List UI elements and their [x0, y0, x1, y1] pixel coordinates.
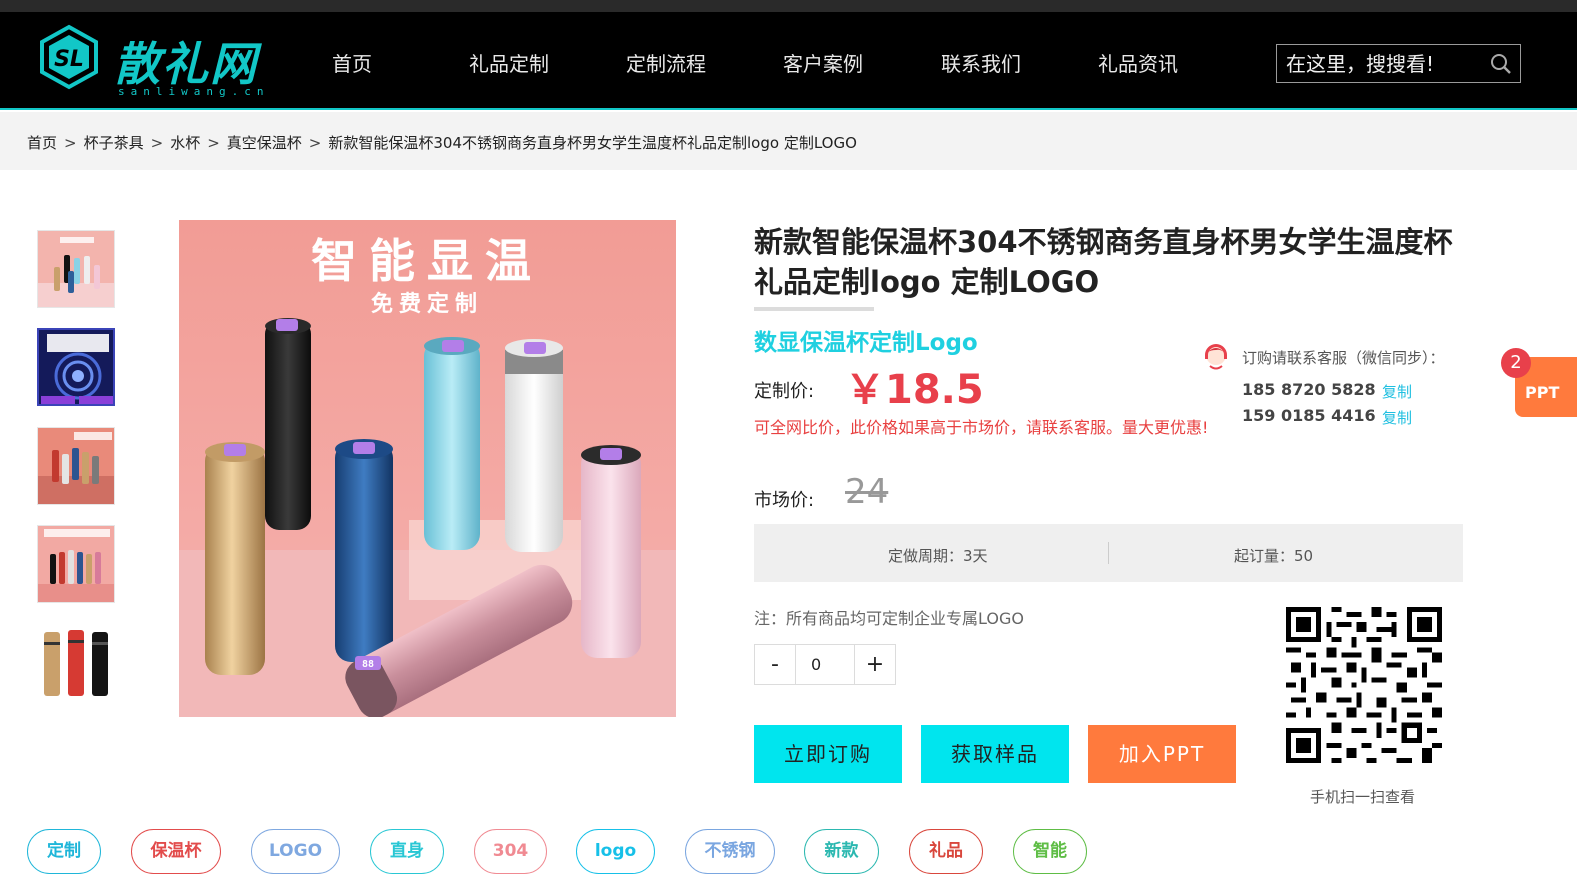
breadcrumb-bar: 首页 > 杯子茶具 > 水杯 > 真空保温杯 > 新款智能保温杯304不锈钢商务直身杯男女学生温…	[0, 112, 1577, 170]
breadcrumb-separator: >	[150, 134, 164, 152]
spec-bar: 定做周期：3天 起订量：50	[754, 524, 1463, 582]
thumbnail-2[interactable]	[37, 328, 115, 406]
top-strip	[0, 0, 1577, 12]
thumbnail-image	[39, 330, 113, 404]
breadcrumb-separator: >	[308, 134, 322, 152]
tag-304[interactable]: 304	[474, 829, 547, 874]
ppt-floating-label: PPT	[1525, 383, 1560, 402]
tag-straight[interactable]: 直身	[370, 829, 444, 874]
image-heading: 智能显温	[311, 234, 543, 288]
contact-label: 订购请联系客服（微信同步）：	[1242, 349, 1445, 367]
min-order: 起订量：50	[1234, 547, 1314, 565]
custom-logo-note: 注：所有商品均可定制企业专属LOGO	[754, 609, 1024, 628]
phone-number-1: 185 8720 5828	[1242, 380, 1376, 399]
qr-caption: 手机扫一扫查看	[1310, 788, 1416, 806]
tag-custom[interactable]: 定制	[27, 829, 101, 874]
breadcrumb-separator: >	[64, 134, 77, 152]
spec-divider	[1108, 542, 1109, 564]
breadcrumb: 首页 > 杯子茶具 > 水杯 > 真空保温杯 > 新款智能保温杯304不锈钢商务直身杯男女学生温…	[27, 132, 857, 153]
thumbnail-1[interactable]	[37, 230, 115, 308]
thumbnail-image	[38, 526, 114, 602]
buy-now-button[interactable]: 立即订购	[754, 725, 902, 783]
tag-smart[interactable]: 智能	[1013, 829, 1087, 874]
search-icon[interactable]	[1490, 53, 1512, 75]
quantity-input[interactable]	[795, 645, 855, 684]
quantity-plus-button[interactable]: +	[855, 645, 895, 684]
quantity-stepper: - +	[754, 644, 896, 685]
logo-hexagon-icon: SL	[40, 24, 98, 90]
breadcrumb-type[interactable]: 真空保温杯	[227, 132, 302, 153]
nav-news[interactable]: 礼品资讯	[1098, 48, 1178, 77]
market-price-label: 市场价:	[754, 490, 815, 511]
phone-number-2: 159 0185 4416	[1242, 406, 1376, 425]
quantity-minus-button[interactable]: -	[755, 645, 795, 684]
market-price: 24	[845, 472, 889, 512]
thumbnail-image	[38, 231, 114, 307]
breadcrumb-home[interactable]: 首页	[27, 132, 57, 153]
logo-mark: SL	[54, 47, 84, 72]
tag-thermos[interactable]: 保温杯	[131, 829, 221, 874]
bottle-display-value: 88	[362, 659, 374, 670]
tag-stainless[interactable]: 不锈钢	[685, 829, 775, 874]
nav-home[interactable]: 首页	[332, 48, 372, 77]
lead-time: 定做周期：3天	[888, 547, 988, 565]
nav-gift-custom[interactable]: 礼品定制	[469, 48, 549, 77]
site-logo[interactable]: SL 散礼网 sanliwang.cn	[36, 24, 276, 100]
breadcrumb-subcategory[interactable]: 水杯	[170, 132, 200, 153]
breadcrumb-category[interactable]: 杯子茶具	[84, 132, 144, 153]
tag-new[interactable]: 新款	[804, 829, 879, 874]
nav-contact[interactable]: 联系我们	[941, 48, 1021, 77]
search-input[interactable]	[1277, 45, 1482, 82]
ppt-count-badge: 2	[1501, 348, 1531, 378]
nav-process[interactable]: 定制流程	[626, 48, 706, 77]
breadcrumb-separator: >	[207, 134, 220, 152]
tag-logo-lower[interactable]: logo	[576, 829, 655, 874]
image-subheading: 免费定制	[371, 291, 483, 317]
thumbnail-image	[38, 624, 114, 700]
thumbnail-3[interactable]	[37, 427, 115, 505]
main-product-image[interactable]: 智能显温 免费定制 88	[179, 220, 676, 717]
nav-cases[interactable]: 客户案例	[783, 48, 863, 77]
search-box	[1276, 44, 1521, 83]
get-sample-button[interactable]: 获取样品	[921, 725, 1069, 783]
product-subtitle: 数显保温杯定制Logo	[754, 330, 978, 356]
product-title: 新款智能保温杯304不锈钢商务直身杯男女学生温度杯礼品定制logo 定制LOGO	[754, 225, 1453, 299]
customer-service-icon	[1205, 344, 1227, 370]
site-header: SL 散礼网 sanliwang.cn 首页 礼品定制 定制流程 客户案例 联系…	[0, 12, 1577, 110]
price-note: 可全网比价，此价格如果高于市场价，请联系客服。量大更优惠!	[754, 418, 1209, 437]
copy-phone-1-button[interactable]: 复制	[1382, 381, 1412, 402]
custom-price: ￥18.5	[845, 367, 984, 413]
product-photo: 智能显温 免费定制 88	[179, 220, 676, 717]
logo-domain: sanliwang.cn	[118, 85, 270, 98]
title-divider	[754, 307, 874, 311]
thumbnail-4[interactable]	[37, 525, 115, 603]
copy-phone-2-button[interactable]: 复制	[1382, 407, 1412, 428]
tag-gift[interactable]: 礼品	[909, 829, 983, 874]
thumbnail-image	[38, 428, 114, 504]
breadcrumb-current: 新款智能保温杯304不锈钢商务直身杯男女学生温度杯礼品定制logo 定制LOGO	[328, 134, 857, 152]
thumbnail-5[interactable]	[37, 623, 115, 701]
tag-logo-upper[interactable]: LOGO	[251, 829, 340, 874]
qr-code-image	[1286, 607, 1442, 763]
add-to-ppt-button[interactable]: 加入PPT	[1088, 725, 1236, 783]
custom-price-label: 定制价:	[754, 381, 815, 402]
